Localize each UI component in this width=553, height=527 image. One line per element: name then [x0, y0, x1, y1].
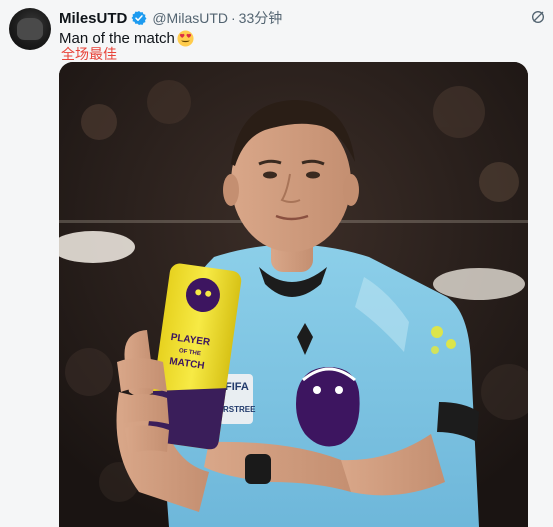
heart-eyes-emoji-icon: [177, 30, 194, 47]
verified-badge-icon: [131, 11, 147, 25]
user-handle[interactable]: @MilasUTD: [152, 10, 228, 26]
avatar-image: [17, 18, 43, 40]
translation-text: 全场最佳: [61, 46, 117, 62]
wristwatch: [245, 454, 271, 484]
stadium-light-right: [433, 268, 525, 300]
separator-dot: ·: [231, 10, 236, 26]
sleeve-badge-text: FIFA: [225, 381, 249, 393]
display-name[interactable]: MilesUTD: [59, 10, 127, 27]
post-photo[interactable]: FIFA RSTREE PLAYER OF THE MATCH: [59, 62, 528, 527]
sleeve-badge-subtext: RSTREE: [223, 405, 256, 414]
post-header: MilesUTD @MilasUTD · 33分钟: [59, 9, 282, 27]
premier-league-lion-icon: [296, 367, 360, 447]
referee-photo-illustration: FIFA RSTREE PLAYER OF THE MATCH: [59, 62, 528, 527]
grok-icon[interactable]: [530, 9, 546, 25]
avatar[interactable]: [9, 8, 51, 50]
post-timestamp[interactable]: 33分钟: [239, 8, 283, 28]
